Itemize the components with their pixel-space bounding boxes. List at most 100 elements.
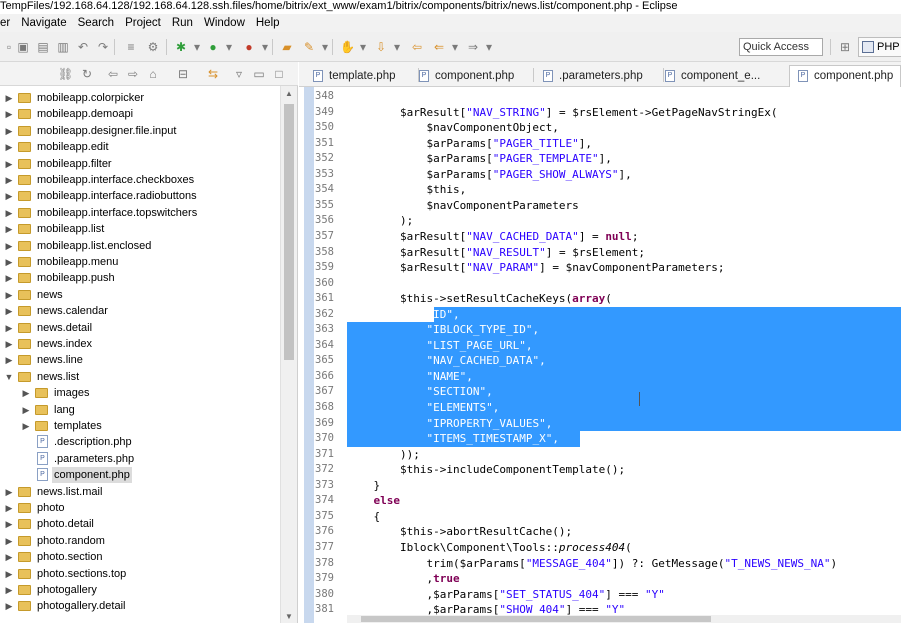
tree-item[interactable]: ▶ mobileapp.push: [0, 270, 280, 286]
last-edit-icon[interactable]: ⇦: [410, 40, 424, 54]
tree-item[interactable]: ▶ photo: [0, 500, 280, 516]
collapsed-chevron-icon[interactable]: ▶: [4, 287, 14, 303]
back-dropdown-icon[interactable]: ▾: [448, 40, 462, 54]
task-icon[interactable]: ⚙: [146, 40, 160, 54]
code-line[interactable]: $arParams["PAGER_SHOW_ALWAYS"],: [347, 167, 901, 183]
view-menu-icon[interactable]: ▿: [232, 67, 246, 81]
code-area[interactable]: $arResult["NAV_STRING"] = $rsElement->Ge…: [347, 87, 901, 623]
edit-icon[interactable]: ✎: [302, 40, 316, 54]
tree-item[interactable]: ▶ news.line: [0, 352, 280, 368]
explorer-scrollbar[interactable]: ▲ ▼: [280, 86, 297, 623]
code-line[interactable]: [347, 89, 901, 105]
collapsed-chevron-icon[interactable]: ▶: [4, 106, 14, 122]
explorer-scroll-thumb[interactable]: [284, 104, 294, 360]
minimize-icon[interactable]: ▭: [252, 67, 266, 81]
home-icon[interactable]: ⌂: [146, 67, 160, 81]
overview-ruler[interactable]: [304, 87, 314, 623]
menu-run[interactable]: Run: [167, 14, 199, 32]
code-line[interactable]: $arResult["NAV_RESULT"] = $rsElement;: [347, 245, 901, 261]
nav-back-icon[interactable]: ⇦: [106, 67, 120, 81]
collapsed-chevron-icon[interactable]: ▶: [4, 172, 14, 188]
tree-item[interactable]: ▶ templates: [0, 418, 280, 434]
debug-dropdown-icon[interactable]: ▾: [190, 40, 204, 54]
link-editor-icon[interactable]: ⇆: [206, 67, 220, 81]
save-all-icon[interactable]: ▤: [36, 40, 50, 54]
code-line[interactable]: ));: [347, 447, 901, 463]
tab-parameters-php[interactable]: P .parameters.php: [535, 66, 661, 86]
code-line[interactable]: Iblock\Component\Tools::process404(: [347, 540, 901, 556]
next-annotation-icon[interactable]: ⇩: [374, 40, 388, 54]
collapsed-chevron-icon[interactable]: ▶: [4, 533, 14, 549]
collapsed-chevron-icon[interactable]: ▶: [4, 598, 14, 614]
tab-template-php[interactable]: P template.php: [305, 66, 415, 86]
tree-item[interactable]: ▶ photogallery: [0, 582, 280, 598]
collapsed-chevron-icon[interactable]: ▶: [4, 139, 14, 155]
code-line[interactable]: $this->includeComponentTemplate();: [347, 462, 901, 478]
collapsed-chevron-icon[interactable]: ▶: [4, 303, 14, 319]
maximize-icon[interactable]: □: [272, 67, 286, 81]
menu-project[interactable]: Project: [120, 14, 167, 32]
scroll-up-icon[interactable]: ▲: [284, 89, 294, 98]
forward-dropdown-icon[interactable]: ▾: [482, 40, 496, 54]
tree-item[interactable]: ▶ photo.sections.top: [0, 566, 280, 582]
tree-item[interactable]: ▶ mobileapp.list: [0, 221, 280, 237]
edit-dropdown-icon[interactable]: ▾: [318, 40, 332, 54]
code-line[interactable]: trim($arParams["MESSAGE_404"]) ?: GetMes…: [347, 556, 901, 572]
tree-item[interactable]: ▶ news.list.mail: [0, 484, 280, 500]
collapsed-chevron-icon[interactable]: ▶: [4, 582, 14, 598]
code-line[interactable]: $this,: [347, 182, 901, 198]
toggle-mark-icon[interactable]: ≡: [124, 40, 138, 54]
menu-window[interactable]: Window: [199, 14, 251, 32]
collapsed-chevron-icon[interactable]: ▶: [4, 484, 14, 500]
editor-hscrollbar[interactable]: [347, 615, 901, 623]
code-line[interactable]: $arParams["PAGER_TEMPLATE"],: [347, 151, 901, 167]
code-line[interactable]: "ELEMENTS",: [347, 400, 901, 416]
code-line[interactable]: ,$arParams["SET_STATUS_404"] === "Y": [347, 587, 901, 603]
print-icon[interactable]: ▥: [56, 40, 70, 54]
open-perspective-icon[interactable]: ⊞: [838, 40, 852, 54]
tree-item[interactable]: ▶ mobileapp.filter: [0, 156, 280, 172]
save-icon[interactable]: ▣: [16, 40, 30, 54]
tree-item[interactable]: ▶ mobileapp.list.enclosed: [0, 238, 280, 254]
nav-forward-icon[interactable]: ⇨: [126, 67, 140, 81]
code-line[interactable]: $this->setResultCacheKeys(array(: [347, 291, 901, 307]
tree-item[interactable]: ▶ mobileapp.colorpicker: [0, 90, 280, 106]
collapsed-chevron-icon[interactable]: ▶: [4, 566, 14, 582]
code-line[interactable]: "IPROPERTY_VALUES",: [347, 416, 901, 432]
code-line[interactable]: );: [347, 213, 901, 229]
tree-item[interactable]: ▼ news.list: [0, 369, 280, 385]
menu-file-partial[interactable]: er: [0, 14, 16, 32]
collapsed-chevron-icon[interactable]: ▶: [4, 123, 14, 139]
collapsed-chevron-icon[interactable]: ▶: [4, 254, 14, 270]
quick-access-field[interactable]: Quick Access: [739, 38, 823, 56]
open-folder-icon[interactable]: ▰: [280, 40, 294, 54]
collapsed-chevron-icon[interactable]: ▶: [4, 188, 14, 204]
tree-item[interactable]: ▶ mobileapp.interface.topswitchers: [0, 205, 280, 221]
collapsed-chevron-icon[interactable]: ▶: [4, 156, 14, 172]
code-line[interactable]: [347, 276, 901, 292]
collapsed-chevron-icon[interactable]: ▶: [4, 320, 14, 336]
menu-navigate[interactable]: Navigate: [16, 14, 72, 32]
code-line[interactable]: "NAV_CACHED_DATA",: [347, 353, 901, 369]
collapsed-chevron-icon[interactable]: ▶: [4, 336, 14, 352]
tab-component-php-active[interactable]: P component.php: [789, 65, 901, 87]
tree-item[interactable]: ▶ photo.detail: [0, 516, 280, 532]
tree-item[interactable]: ▶ news.index: [0, 336, 280, 352]
tree-item[interactable]: P .parameters.php: [0, 451, 280, 467]
debug-icon[interactable]: ✱: [174, 40, 188, 54]
tree-item[interactable]: ▶ mobileapp.edit: [0, 139, 280, 155]
code-line[interactable]: ,true: [347, 571, 901, 587]
tree-item[interactable]: ▶ news.calendar: [0, 303, 280, 319]
php-perspective-button[interactable]: PHP: [858, 37, 901, 57]
collapsed-chevron-icon[interactable]: ▶: [4, 205, 14, 221]
next-dropdown-icon[interactable]: ▾: [390, 40, 404, 54]
external-tools-icon[interactable]: ●: [242, 40, 256, 54]
menu-search[interactable]: Search: [73, 14, 120, 32]
forward-icon[interactable]: ⇒: [466, 40, 480, 54]
menu-help[interactable]: Help: [251, 14, 286, 32]
tree-item[interactable]: ▶ photo.random: [0, 533, 280, 549]
code-line[interactable]: $navComponentObject,: [347, 120, 901, 136]
code-line[interactable]: "NAME",: [347, 369, 901, 385]
collapsed-chevron-icon[interactable]: ▶: [4, 270, 14, 286]
collapse-all-icon[interactable]: ⊟: [176, 67, 190, 81]
